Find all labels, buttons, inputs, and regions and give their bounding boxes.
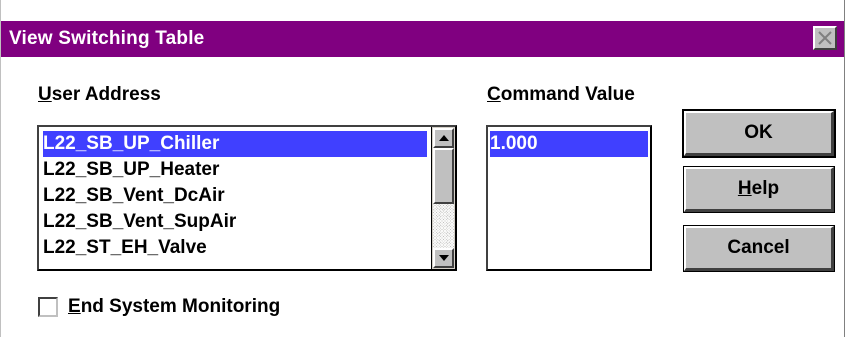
scroll-down-button[interactable] (433, 248, 454, 268)
list-item[interactable]: L22_SB_UP_Chiller (43, 131, 427, 157)
list-item[interactable]: L22_ST_EH_Valve (43, 235, 207, 261)
arrow-down-icon (439, 255, 449, 261)
user-address-listbox[interactable]: L22_SB_UP_Chiller L22_SB_UP_Heater L22_S… (37, 125, 457, 271)
ok-button[interactable]: OK (682, 109, 836, 158)
close-x-icon (818, 31, 832, 45)
end-monitoring-checkbox[interactable] (38, 297, 58, 317)
user-address-label-text: ser Address (51, 84, 161, 105)
help-button[interactable]: Help (683, 166, 835, 213)
list-item-label: L22_ST_EH_Valve (43, 237, 207, 258)
close-button[interactable] (813, 26, 837, 50)
list-item-label: 1.000 (490, 133, 538, 154)
ok-button-label: OK (744, 122, 773, 143)
view-switching-dialog: View Switching Table User Address L22_SB… (0, 0, 845, 337)
cancel-button-label: Cancel (727, 237, 790, 258)
list-item[interactable]: L22_SB_Vent_DcAir (43, 183, 225, 209)
list-item[interactable]: L22_SB_UP_Heater (43, 157, 219, 183)
command-value-label-text: ommand Value (500, 84, 635, 105)
end-monitoring-label-text: nd System Monitoring (80, 296, 281, 317)
scroll-thumb[interactable] (433, 148, 454, 204)
command-value-hotkey: C (487, 84, 501, 105)
list-item-label: L22_SB_Vent_SupAir (43, 211, 237, 232)
list-item-label: L22_SB_UP_Chiller (43, 133, 220, 154)
scroll-track[interactable] (433, 204, 454, 248)
list-item[interactable]: 1.000 (490, 131, 648, 157)
list-item-label: L22_SB_Vent_DcAir (43, 185, 225, 206)
list-item[interactable]: L22_SB_Vent_SupAir (43, 209, 236, 235)
end-monitoring-label[interactable]: End System Monitoring (68, 296, 280, 318)
user-address-label: User Address (38, 84, 161, 106)
help-hotkey: H (737, 178, 752, 199)
help-button-label: elp (751, 178, 780, 199)
vertical-scrollbar[interactable] (431, 127, 455, 269)
title-bar[interactable]: View Switching Table (1, 21, 844, 57)
arrow-up-icon (439, 135, 449, 141)
user-address-hotkey: U (38, 84, 52, 105)
list-item-label: L22_SB_UP_Heater (43, 159, 220, 180)
window-title: View Switching Table (9, 28, 205, 49)
cancel-button[interactable]: Cancel (683, 225, 835, 272)
command-value-label: Command Value (487, 84, 635, 106)
scroll-up-button[interactable] (433, 128, 454, 148)
command-value-listbox[interactable]: 1.000 (486, 125, 652, 271)
end-monitoring-hotkey: E (68, 296, 81, 317)
